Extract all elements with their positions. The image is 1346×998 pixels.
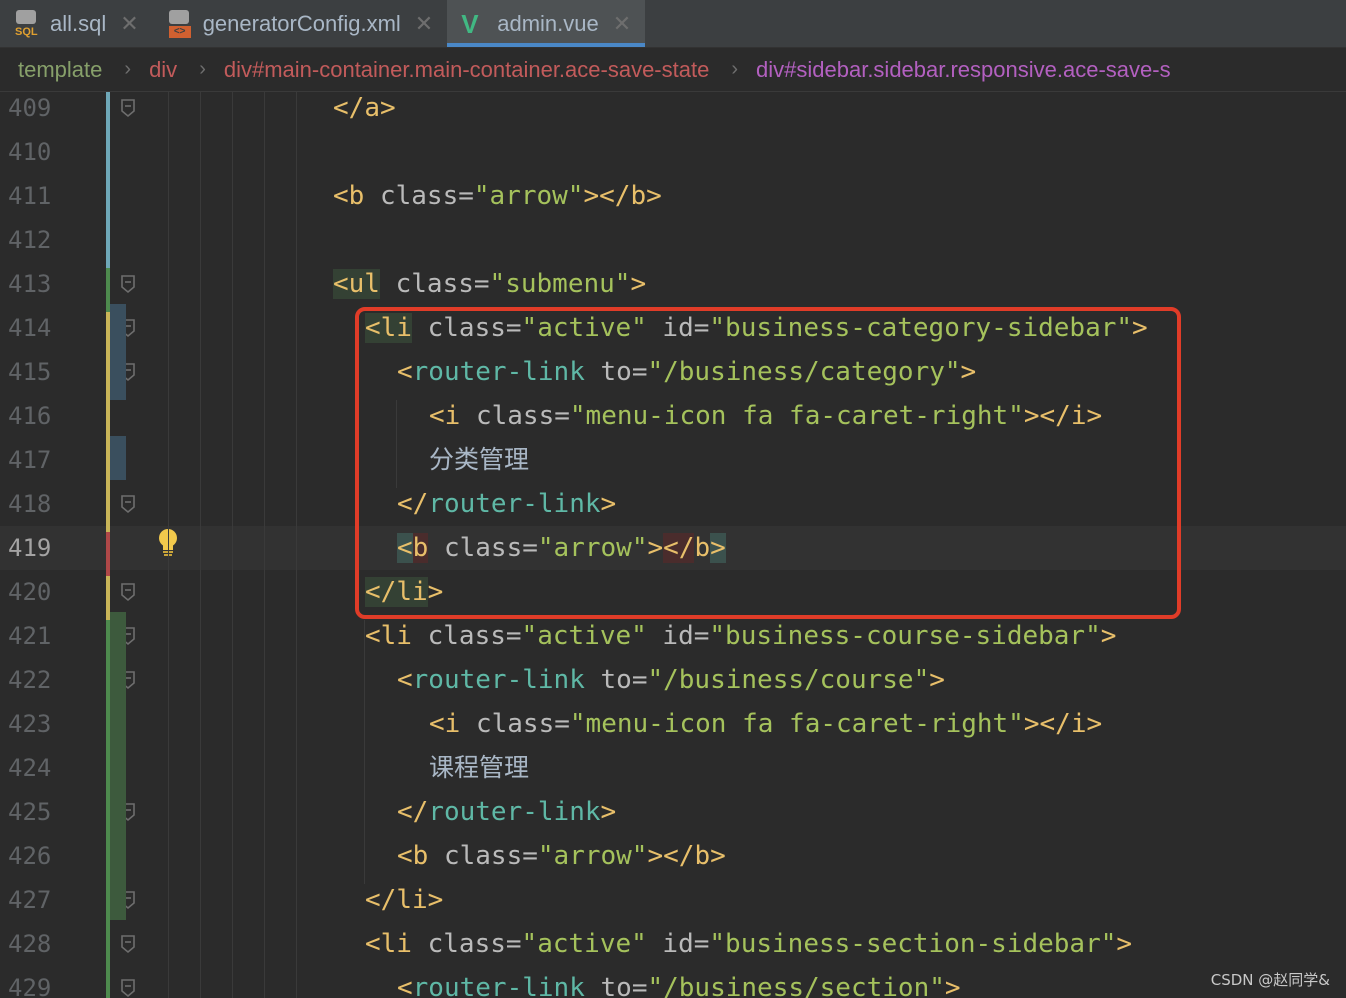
gutter-highlight [110,436,126,480]
close-icon[interactable]: ✕ [613,11,631,37]
fold-marker-icon[interactable] [119,97,137,119]
code-line[interactable]: 412 [0,218,1346,262]
code-text: <li class="active" id="business-section-… [365,929,1133,959]
fold-marker-icon[interactable] [119,977,137,998]
code-text: <li class="active" id="business-course-s… [365,621,1117,651]
code-text: 课程管理 [429,753,530,782]
fold-marker-icon[interactable] [119,933,137,955]
line-number[interactable]: 421 [8,614,68,658]
code-text: <b class="arrow"></b> [397,841,726,871]
line-number[interactable]: 424 [8,746,68,790]
code-line[interactable]: 422 <router-link to="/business/course"> [0,658,1346,702]
line-number[interactable]: 417 [8,438,68,482]
line-number[interactable]: 416 [8,394,68,438]
line-number[interactable]: 427 [8,878,68,922]
fold-marker-icon[interactable] [119,493,137,515]
line-number[interactable]: 411 [8,174,68,218]
watermark: CSDN @赵同学& [1210,971,1330,989]
code-line[interactable]: 426 <b class="arrow"></b> [0,834,1346,878]
chevron-right-icon: › [124,58,132,80]
line-number[interactable]: 428 [8,922,68,966]
tab-all-sql[interactable]: SQL all.sql ✕ [0,0,153,47]
code-text: </router-link> [397,797,617,827]
tab-label: all.sql [50,10,107,36]
code-text: </a> [333,93,396,123]
highlight-box [355,307,1181,619]
vcs-change-marker [106,532,110,576]
breadcrumb-item[interactable]: template [0,57,102,83]
fold-marker-icon[interactable] [119,273,137,295]
line-number[interactable]: 412 [8,218,68,262]
gutter-highlight [110,304,126,400]
close-icon[interactable]: ✕ [120,11,138,37]
line-number[interactable]: 426 [8,834,68,878]
code-line[interactable]: 409 </a> [0,92,1346,130]
line-number[interactable]: 420 [8,570,68,614]
tab-admin-vue[interactable]: V admin.vue ✕ [447,0,646,47]
code-line[interactable]: 424 课程管理 [0,746,1346,790]
chevron-right-icon: › [731,58,739,80]
code-text: <i class="menu-icon fa fa-caret-right"><… [429,709,1103,739]
code-line[interactable]: 428 <li class="active" id="business-secti… [0,922,1346,966]
chevron-right-icon: › [199,58,206,80]
line-number[interactable]: 425 [8,790,68,834]
line-number[interactable]: 429 [8,966,68,998]
gutter-highlight [110,612,126,920]
close-icon[interactable]: ✕ [415,11,433,37]
breadcrumb: template › div › div#main-container.main… [0,48,1346,92]
code-line[interactable]: 411 <b class="arrow"></b> [0,174,1346,218]
xml-file-icon: <> [167,9,195,38]
code-text: </li> [365,885,444,915]
line-number[interactable]: 409 [8,92,68,130]
line-number[interactable]: 422 [8,658,68,702]
code-line[interactable]: 413 <ul class="submenu"> [0,262,1346,306]
editor-tab-bar: SQL all.sql ✕ <> generatorConfig.xml ✕ V… [0,0,1346,48]
vcs-change-marker [106,92,110,268]
code-text: <router-link to="/business/course"> [397,665,945,695]
code-text: <ul class="submenu"> [333,269,647,299]
vue-file-icon: V [461,8,479,39]
line-number[interactable]: 415 [8,350,68,394]
tab-label: generatorConfig.xml [202,10,401,36]
code-editor[interactable]: 429 <router-link to="/business/section"> 4… [0,92,1346,998]
fold-marker-icon[interactable] [119,581,137,603]
code-line[interactable]: 410 [0,130,1346,174]
line-number[interactable]: 418 [8,482,68,526]
code-line[interactable]: 427 </li> [0,878,1346,922]
line-number[interactable]: 423 [8,702,68,746]
breadcrumb-item[interactable]: div#main-container.main-container.ace-sa… [206,57,709,83]
line-number[interactable]: 413 [8,262,68,306]
code-line[interactable]: 429 <router-link to="/business/section"> [0,966,1346,998]
code-text: <router-link to="/business/section"> [397,973,961,998]
code-line[interactable]: 421 <li class="active" id="business-cours… [0,614,1346,658]
code-line[interactable]: 425 </router-link> [0,790,1346,834]
tab-generator-config-xml[interactable]: <> generatorConfig.xml ✕ [153,0,448,47]
line-number[interactable]: 410 [8,130,68,174]
line-number[interactable]: 414 [8,306,68,350]
breadcrumb-item[interactable]: div#sidebar.sidebar.responsive.ace-save-… [738,57,1171,83]
tab-label: admin.vue [497,10,599,36]
code-line[interactable]: 423 <i class="menu-icon fa fa-caret-right… [0,702,1346,746]
code-text: <b class="arrow"></b> [333,181,662,211]
breadcrumb-item[interactable]: div [131,57,177,83]
line-number[interactable]: 419 [8,526,68,570]
sql-file-icon: SQL [14,9,42,38]
